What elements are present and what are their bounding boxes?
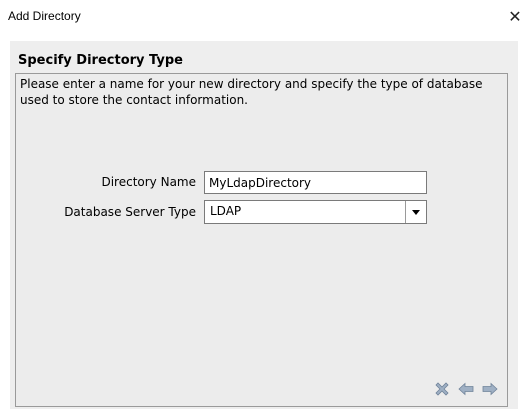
dropdown-button[interactable] (405, 201, 426, 223)
step-description: Please enter a name for your new directo… (20, 77, 483, 107)
next-arrow-icon[interactable] (481, 380, 499, 398)
title-bar: Add Directory ✕ (0, 0, 530, 32)
close-button[interactable]: ✕ (500, 0, 530, 32)
wizard-nav (433, 380, 499, 398)
db-server-type-label: Database Server Type (64, 205, 196, 219)
step-heading: Specify Directory Type (18, 53, 183, 68)
wizard-panel: Specify Directory Type Please enter a na… (10, 41, 518, 409)
directory-name-label: Directory Name (101, 175, 196, 189)
db-server-type-value: LDAP (210, 204, 242, 218)
window-title: Add Directory (8, 9, 81, 23)
cancel-icon[interactable] (433, 380, 451, 398)
add-directory-dialog: Add Directory ✕ Specify Directory Type P… (0, 0, 530, 417)
back-arrow-icon[interactable] (457, 380, 475, 398)
db-server-type-select[interactable]: LDAP (204, 200, 427, 224)
content-panel: Please enter a name for your new directo… (15, 73, 508, 407)
close-icon: ✕ (508, 6, 522, 26)
directory-name-input[interactable] (204, 171, 427, 194)
chevron-down-icon (412, 209, 420, 215)
